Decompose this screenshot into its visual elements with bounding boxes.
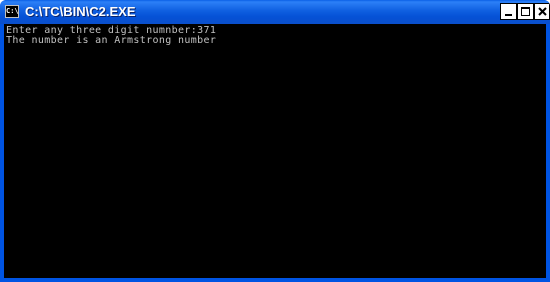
window-title: C:\TC\BIN\C2.EXE: [25, 4, 136, 19]
title-bar[interactable]: C:\ C:\TC\BIN\C2.EXE: [0, 0, 550, 24]
minimize-button[interactable]: [500, 3, 517, 20]
console-output-area[interactable]: Enter any three digit numnber:371 The nu…: [4, 24, 546, 278]
minimize-icon: [505, 14, 512, 16]
close-icon: [538, 7, 547, 16]
console-app-icon[interactable]: C:\: [5, 5, 19, 18]
maximize-icon: [521, 7, 530, 16]
console-window: C:\ C:\TC\BIN\C2.EXE Enter any three dig…: [0, 0, 550, 282]
maximize-button[interactable]: [517, 3, 534, 20]
close-button[interactable]: [534, 3, 550, 20]
console-line-result: The number is an Armstrong number: [6, 35, 217, 46]
window-bottom-border: [0, 278, 550, 282]
